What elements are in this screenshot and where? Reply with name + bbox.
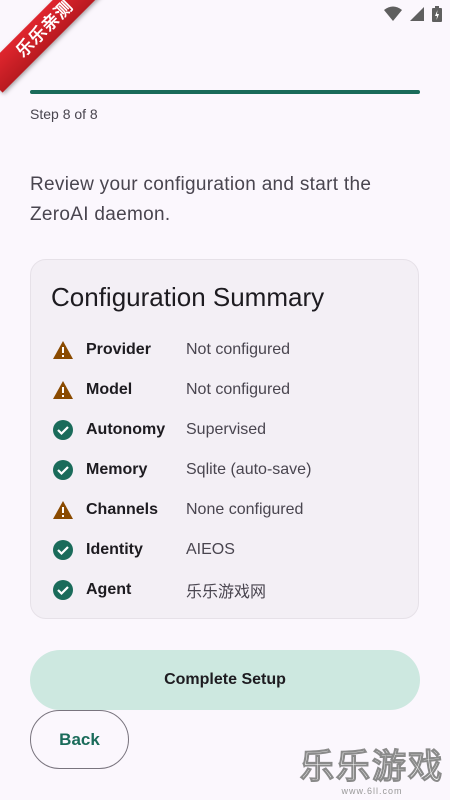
signal-icon: [410, 7, 424, 21]
check-circle-icon: [51, 418, 75, 442]
watermark-url: www.6ll.com: [341, 786, 403, 796]
check-circle-icon: [51, 458, 75, 482]
warning-icon: [51, 498, 75, 522]
summary-row: Identity AIEOS: [51, 530, 411, 570]
summary-row: Provider Not configured: [51, 330, 411, 370]
summary-key: Agent: [86, 581, 132, 598]
warning-icon: [51, 338, 75, 362]
watermark-title: 乐乐游戏: [300, 748, 444, 787]
watermark: 乐乐游戏 www.6ll.com: [300, 748, 444, 797]
summary-value: Not configured: [186, 341, 291, 358]
ribbon-label: 乐乐亲测: [0, 0, 109, 93]
progress-fill: [30, 90, 420, 94]
summary-title: Configuration Summary: [51, 282, 325, 312]
summary-value: None configured: [186, 501, 304, 518]
battery-icon: [432, 6, 442, 22]
intro-text: Review your configuration and start the …: [30, 174, 372, 225]
summary-row: Agent 乐乐游戏网: [51, 570, 411, 610]
summary-value: Not configured: [186, 381, 291, 398]
warning-icon: [51, 378, 75, 402]
summary-list: Provider Not configured Model Not config…: [51, 330, 411, 610]
back-button[interactable]: Back: [30, 710, 129, 769]
summary-row: Channels None configured: [51, 490, 411, 530]
summary-key: Channels: [86, 501, 159, 518]
summary-value: Supervised: [186, 421, 267, 438]
summary-value: Sqlite (auto-save): [186, 461, 312, 478]
summary-value: AIEOS: [186, 541, 235, 558]
summary-row: Memory Sqlite (auto-save): [51, 450, 411, 490]
complete-setup-button[interactable]: Complete Setup: [30, 650, 420, 710]
summary-key: Identity: [86, 541, 143, 558]
summary-row: Autonomy Supervised: [51, 410, 411, 450]
summary-key: Autonomy: [86, 421, 166, 438]
summary-value: 乐乐游戏网: [186, 584, 267, 601]
summary-key: Memory: [86, 461, 148, 478]
wifi-icon: [384, 6, 402, 21]
summary-card: Configuration Summary Provider Not confi…: [30, 259, 419, 619]
progress-bar: [30, 90, 420, 94]
summary-key: Provider: [86, 341, 151, 358]
step-label: Step 8 of 8: [30, 106, 98, 122]
check-circle-icon: [51, 538, 75, 562]
check-circle-icon: [51, 578, 75, 602]
summary-row: Model Not configured: [51, 370, 411, 410]
summary-key: Model: [86, 381, 133, 398]
